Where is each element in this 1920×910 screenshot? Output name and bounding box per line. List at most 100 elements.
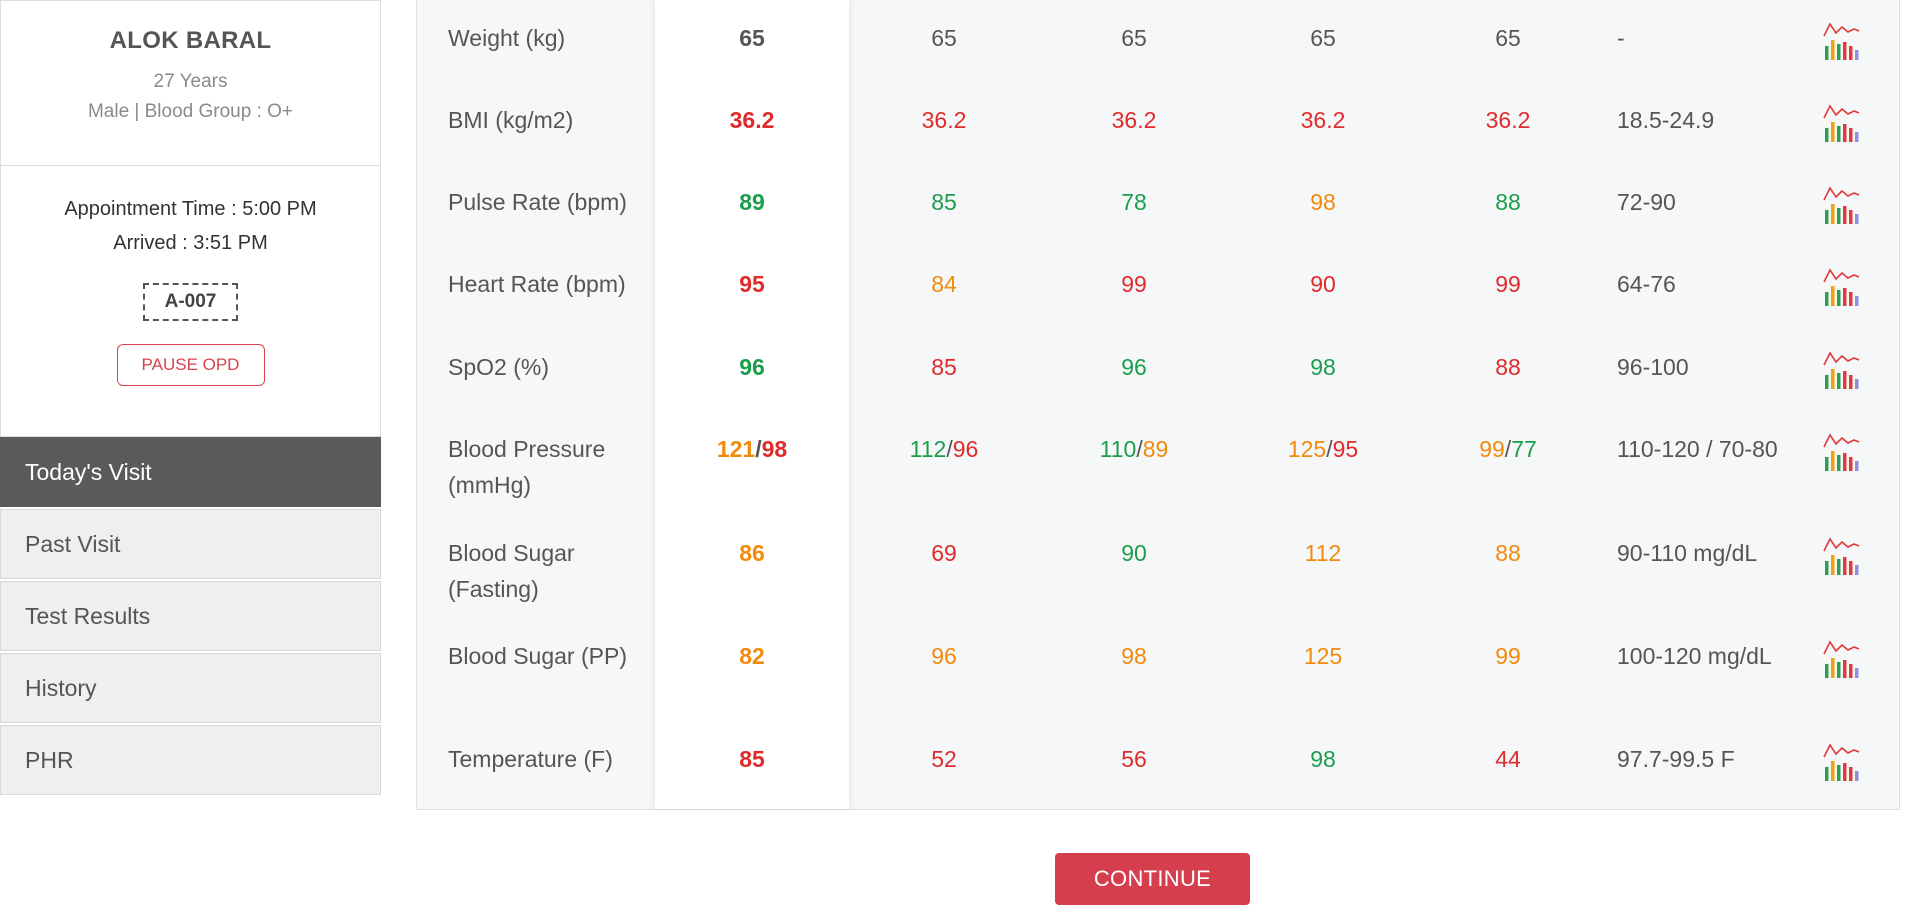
vital-reading: 85 [931,354,957,380]
vital-reading: 85 [739,746,765,772]
vital-reading: 89 [1142,436,1169,462]
vital-reading: 98 [1121,643,1147,669]
vital-reading: 98 [1310,354,1336,380]
trend-chart-icon[interactable] [1821,638,1863,678]
vital-value-past: 44 [1433,741,1583,777]
vital-value-today: 36.2 [677,102,827,138]
vital-value-past: 84 [869,266,1019,302]
vital-value-past: 98 [1059,638,1209,674]
vital-reading: 121 [716,436,756,462]
vital-reading: 36.2 [1485,107,1531,133]
vital-value-past: 36.2 [1433,102,1583,138]
vital-normal-range: 110-120 / 70-80 [1617,436,1778,462]
vital-label: Blood Sugar (Fasting) [448,540,575,602]
trend-chart-icon[interactable] [1821,184,1863,224]
patient-sidebar: ALOK BARAL 27 Years Male | Blood Group :… [0,0,381,795]
vital-value-past: 98 [1248,184,1398,220]
vital-value-past: 88 [1433,184,1583,220]
trend-chart-icon[interactable] [1821,266,1863,306]
vital-value-past: 99 [1433,266,1583,302]
vital-value-today: 96 [677,349,827,385]
vital-reading: 36.2 [1300,107,1346,133]
vital-normal-range: - [1617,25,1625,51]
trend-chart-icon[interactable] [1821,431,1863,471]
vital-value-past: 98 [1248,741,1398,777]
vital-reading: 112 [909,436,947,462]
vital-reading: 98 [1310,189,1336,215]
vital-reading: 99 [1495,643,1521,669]
patient-age: 27 Years [153,71,228,92]
vital-reading: 44 [1495,746,1521,772]
nav-item-phr[interactable]: PHR [0,725,381,795]
nav-item-todays-visit[interactable]: Today's Visit [0,437,381,507]
vital-reading: 125 [1287,436,1327,462]
vital-normal-range: 72-90 [1617,189,1676,215]
trend-chart-icon[interactable] [1821,102,1863,142]
vital-reading: 85 [931,189,957,215]
vital-reading: 89 [739,189,765,215]
vital-reading: 88 [1495,189,1521,215]
vital-reading: 52 [931,746,957,772]
trend-chart-icon[interactable] [1821,349,1863,389]
vital-value-past: 65 [1433,20,1583,56]
nav-item-test-results[interactable]: Test Results [0,581,381,651]
vital-reading: 99 [1479,436,1505,462]
vital-value-past: 112 [1248,535,1398,571]
vital-value-past: 85 [869,184,1019,220]
vital-value-past: 90 [1059,535,1209,571]
vital-value-past: 125 [1248,638,1398,674]
nav-item-history[interactable]: History [0,653,381,723]
vital-value-past: 65 [1248,20,1398,56]
vital-reading: 56 [1121,746,1147,772]
vital-value-past: 112/96 [869,431,1019,467]
vital-normal-range: 90-110 mg/dL [1617,540,1758,566]
vital-value-past: 36.2 [1059,102,1209,138]
vital-normal-range: 100-120 mg/dL [1617,643,1772,669]
pause-opd-button[interactable]: PAUSE OPD [116,344,265,386]
vital-value-past: 99/77 [1433,431,1583,467]
vital-label: Weight (kg) [448,25,566,51]
vital-reading: 65 [1121,25,1147,51]
vital-reading: 99 [1495,271,1521,297]
vital-label: Temperature (F) [448,746,613,772]
vital-reading: 96 [931,643,957,669]
vital-reading: 84 [931,271,957,297]
vitals-table: Weight (kg) 65 65 65 65 65 - BMI (kg/m2) 36.2 36.… [416,0,1900,810]
vital-value-today: 65 [677,20,827,56]
vital-reading: 86 [739,540,765,566]
vital-normal-range: 18.5-24.9 [1617,107,1715,133]
trend-chart-icon[interactable] [1821,20,1863,60]
vital-value-past: 96 [869,638,1019,674]
vital-value-past: 65 [869,20,1019,56]
vital-reading: 88 [1495,354,1521,380]
vital-label: Pulse Rate (bpm) [448,189,627,215]
nav-item-past-visit[interactable]: Past Visit [0,509,381,579]
vital-reading: 65 [1495,25,1521,51]
vital-reading: 65 [739,25,765,51]
vital-label: BMI (kg/m2) [448,107,574,133]
vital-normal-range: 97.7-99.5 F [1617,746,1735,772]
trend-chart-icon[interactable] [1821,741,1863,781]
vital-value-past: 65 [1059,20,1209,56]
vital-reading: 99 [1121,271,1147,297]
vital-reading: 88 [1495,540,1521,566]
vital-label: Heart Rate (bpm) [448,271,626,297]
trend-chart-icon[interactable] [1821,535,1863,575]
vital-value-past: 78 [1059,184,1209,220]
vital-reading: 96 [952,436,979,462]
vital-reading: 36.2 [921,107,967,133]
vital-value-today: 85 [677,741,827,777]
vital-reading: 65 [931,25,957,51]
vital-value-past: 69 [869,535,1019,571]
vital-reading: 98 [761,436,788,462]
vital-reading: 98 [1310,746,1336,772]
vital-reading: 125 [1303,643,1343,669]
vital-normal-range: 96-100 [1617,354,1689,380]
vital-value-past: 88 [1433,349,1583,385]
vital-label: SpO2 (%) [448,354,549,380]
vital-value-today: 121/98 [677,431,827,467]
continue-button[interactable]: CONTINUE [1055,853,1250,905]
vital-value-past: 90 [1248,266,1398,302]
vital-reading: 65 [1310,25,1336,51]
vital-reading: 82 [739,643,765,669]
